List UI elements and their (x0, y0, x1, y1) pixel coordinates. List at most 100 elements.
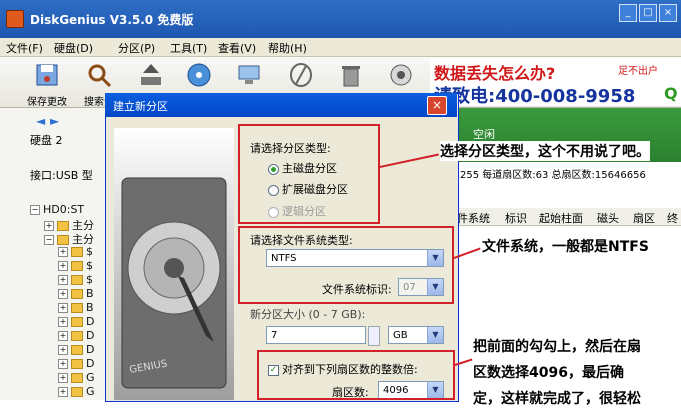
folder-icon (71, 373, 83, 383)
tree-root-label: HD0:ST (43, 203, 85, 216)
menu-tools[interactable]: 工具(T) (170, 40, 207, 56)
annotation-text-3-line-2: 区数选择4096，最后确 (473, 362, 624, 382)
tree-item-label: G (86, 385, 95, 398)
save-icon (36, 64, 58, 86)
ad-line-1: 数据丢失怎么办? (434, 64, 556, 83)
expand-icon[interactable]: + (44, 221, 54, 231)
recycle-icon (390, 64, 412, 86)
size-label: 新分区大小 (0 - 7 GB): (250, 308, 366, 321)
tree-item[interactable]: + G (58, 371, 95, 384)
annotation-box-partition-type (238, 124, 380, 224)
folder-icon (71, 317, 83, 327)
annotation-text-3-line-1: 把前面的勾勾上，然后在扇 (473, 336, 641, 356)
folder-icon (71, 359, 83, 369)
magnifier-icon (88, 64, 112, 88)
column-start-cyl[interactable]: 起始柱面 (539, 210, 583, 226)
next-arrow-icon[interactable]: ► (50, 114, 60, 128)
menu-help[interactable]: 帮助(H) (268, 40, 307, 56)
interface-label: 接口:USB 型 (30, 169, 93, 182)
column-sector[interactable]: 扇区 (633, 210, 655, 226)
window-titlebar: DiskGenius V3.5.0 免费版 _ □ × (0, 0, 681, 38)
partition-table-header: 件系统 标识 起始柱面 磁头 扇区 终 (455, 208, 681, 226)
hard-disk-illustration: GENIUS (121, 177, 227, 389)
tree-root[interactable]: − HD0:ST (30, 203, 84, 216)
folder-icon (71, 331, 83, 341)
menu-file[interactable]: 文件(F) (6, 40, 43, 56)
tree-item-label: D (86, 357, 95, 370)
ad-right-top: 足不出户 (618, 66, 658, 77)
menu-view[interactable]: 查看(V) (218, 40, 256, 56)
trash-icon (342, 66, 360, 87)
annotation-text-2: 文件系统，一般都是NTFS (482, 236, 649, 256)
tree-item[interactable]: + 主分 (44, 217, 94, 232)
save-changes-label: 保存更改 (27, 97, 67, 108)
tree-item[interactable]: + B (58, 287, 94, 300)
expand-icon[interactable]: + (58, 317, 68, 327)
ad-right-bottom: Q (664, 84, 678, 103)
annotation-box-alignment (257, 350, 455, 400)
column-id[interactable]: 标识 (505, 210, 527, 226)
tree-item[interactable]: + B (58, 301, 94, 314)
expand-icon[interactable]: + (58, 247, 68, 257)
size-unit-select[interactable]: GB ▼ (388, 326, 444, 344)
prev-arrow-icon[interactable]: ◄ (36, 114, 46, 128)
tree-item[interactable]: − 主分 (44, 231, 94, 246)
ad-phone: 请致电:400-008-9958 (434, 86, 636, 107)
folder-icon (71, 345, 83, 355)
expand-icon[interactable]: + (58, 275, 68, 285)
collapse-icon[interactable]: − (44, 235, 54, 245)
folder-icon (71, 387, 83, 397)
column-filesystem[interactable]: 件系统 (457, 210, 490, 226)
expand-icon[interactable]: + (58, 289, 68, 299)
tree-item-label: D (86, 315, 95, 328)
disc-icon (187, 63, 211, 87)
annotation-text-1: 选择分区类型，这个不用说了吧。 (440, 141, 650, 161)
tree-item-label: G (86, 371, 95, 384)
size-spinner[interactable] (368, 326, 380, 346)
collapse-icon[interactable]: − (30, 205, 40, 215)
maximize-button[interactable]: □ (639, 4, 657, 22)
tree-item[interactable]: + G (58, 385, 95, 398)
computer-icon (238, 65, 260, 84)
menu-partition[interactable]: 分区(P) (118, 40, 155, 56)
partition-icon (57, 221, 69, 231)
tree-item[interactable]: + $ (58, 245, 93, 258)
column-head[interactable]: 磁头 (597, 210, 619, 226)
tree-item[interactable]: + D (58, 315, 94, 328)
tree-item[interactable]: + D (58, 329, 94, 342)
tree-item[interactable]: + $ (58, 259, 93, 272)
annotation-text-3-line-3: 定，这样就完成了，很轻松 (473, 388, 641, 408)
expand-icon[interactable]: + (58, 373, 68, 383)
save-changes-button[interactable]: 保存更改 (24, 59, 70, 108)
expand-icon[interactable]: + (58, 261, 68, 271)
tree-item-label: $ (86, 273, 93, 286)
size-input[interactable]: 7 (266, 326, 366, 344)
tree-item[interactable]: + D (58, 357, 94, 370)
expand-icon[interactable]: + (58, 359, 68, 369)
expand-icon[interactable]: + (58, 387, 68, 397)
hard-disk-image: GENIUS (114, 128, 234, 400)
disk-label: 硬盘 2 (30, 134, 63, 147)
column-end[interactable]: 终 (667, 210, 678, 226)
window-controls: _ □ × (617, 4, 677, 22)
expand-icon[interactable]: + (58, 345, 68, 355)
upload-icon (141, 64, 161, 85)
tree-item-label: $ (86, 245, 93, 258)
expand-icon[interactable]: + (58, 331, 68, 341)
tree-item[interactable]: + D (58, 343, 94, 356)
size-value: 7 (271, 330, 278, 341)
tree-item[interactable]: + $ (58, 273, 93, 286)
dialog-title: 建立新分区 (113, 100, 168, 113)
dialog-close-button[interactable]: × (427, 96, 447, 115)
menu-disk[interactable]: 硬盘(D) (54, 40, 93, 56)
window-close-button[interactable]: × (659, 4, 677, 22)
expand-icon[interactable]: + (58, 303, 68, 313)
tree-item-label: B (86, 287, 94, 300)
tree-item-label: D (86, 329, 95, 342)
minimize-button[interactable]: _ (619, 4, 637, 22)
annotation-box-filesystem (238, 226, 454, 304)
ad-banner[interactable]: 数据丢失怎么办? 请致电:400-008-9958 足不出户 Q (430, 58, 681, 107)
menu-bar: 文件(F) 硬盘(D) 分区(P) 工具(T) 查看(V) 帮助(H) (0, 38, 681, 57)
tree-item-label: $ (86, 259, 93, 272)
slash-icon (290, 63, 312, 87)
